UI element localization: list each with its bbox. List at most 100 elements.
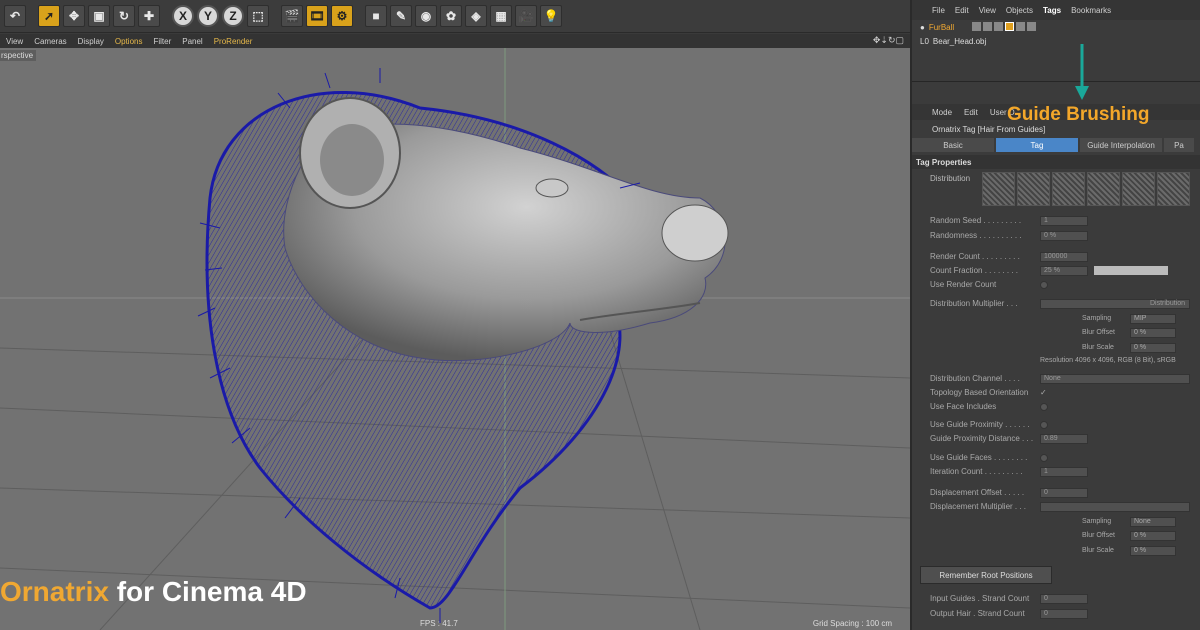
- use-face-includes-checkbox[interactable]: [1040, 402, 1048, 411]
- tag-icon[interactable]: [1016, 21, 1026, 31]
- distribution-thumb[interactable]: [1122, 172, 1155, 206]
- om-menu-edit[interactable]: Edit: [955, 6, 969, 15]
- spline-pen-icon[interactable]: ✎: [390, 5, 412, 27]
- om-menu-view[interactable]: View: [979, 6, 996, 15]
- sub2-blur-scale: Blur Scale 0 %: [1082, 544, 1200, 557]
- tag-icon[interactable]: [983, 21, 993, 31]
- attribute-tabs: Basic Tag Guide Interpolation Pa: [912, 138, 1200, 152]
- distribution-thumb[interactable]: [1087, 172, 1120, 206]
- brand-for-cinema4d: for Cinema 4D: [108, 576, 307, 607]
- select-tool-icon[interactable]: ➚: [38, 5, 60, 27]
- main-toolbar: ↶ ➚ ✥ ▣ ↻ ✚ X Y Z ⬚ 🎬 🎞 ⚙ ■ ✎ ◉ ✿ ◈ ▦ 🎥 …: [0, 0, 910, 33]
- prop-use-guide-proximity: Use Guide Proximity . . . . . .: [930, 418, 1200, 431]
- prop-render-count: Render Count . . . . . . . . . 100000: [930, 250, 1200, 263]
- object-row-bear-head[interactable]: L0 Bear_Head.obj: [912, 34, 1200, 48]
- add-tool-icon[interactable]: ✚: [138, 5, 160, 27]
- y-axis-button[interactable]: Y: [197, 5, 219, 27]
- viewport-menu-cameras[interactable]: Cameras: [34, 37, 66, 46]
- viewport-menu-display[interactable]: Display: [78, 37, 104, 46]
- om-menu-file[interactable]: File: [932, 6, 945, 15]
- object-name[interactable]: Bear_Head.obj: [933, 37, 986, 46]
- om-menu-tags[interactable]: Tags: [1043, 6, 1061, 15]
- prop-topology-orientation: Topology Based Orientation ✓: [930, 388, 1047, 397]
- prop-distribution-multiplier: Distribution Multiplier . . . Distributio…: [930, 297, 1200, 310]
- distribution-thumb[interactable]: [1017, 172, 1050, 206]
- guide-brush-tag-icon[interactable]: [1005, 21, 1015, 31]
- prop-displacement-multiplier: Displacement Multiplier . . .: [930, 500, 1200, 513]
- attribute-title: Ornatrix Tag [Hair From Guides]: [932, 124, 1046, 134]
- object-manager: File Edit View Objects Tags Bookmarks ● …: [912, 0, 1200, 100]
- viewport-menu-view[interactable]: View: [6, 37, 23, 46]
- viewport-menu-prorender[interactable]: ProRender: [214, 37, 253, 46]
- remember-root-positions-button[interactable]: Remember Root Positions: [920, 566, 1052, 584]
- scale-tool-icon[interactable]: ▣: [88, 5, 110, 27]
- deformer-icon[interactable]: ◈: [465, 5, 487, 27]
- rotate-tool-icon[interactable]: ↻: [113, 5, 135, 27]
- move-tool-icon[interactable]: ✥: [63, 5, 85, 27]
- coordinate-system-icon[interactable]: ⬚: [247, 5, 269, 27]
- prop-count-fraction: Count Fraction . . . . . . . . 25 %: [930, 264, 1200, 277]
- perspective-label[interactable]: rspective: [0, 50, 37, 61]
- tab-tag[interactable]: Tag: [996, 138, 1078, 152]
- cube-icon[interactable]: ■: [365, 5, 387, 27]
- sub2-sampling: Sampling None: [1082, 515, 1200, 528]
- prop-guide-proximity-distance: Guide Proximity Distance . . . 0.89: [930, 432, 1200, 445]
- prop-distribution-channel: Distribution Channel . . . . None: [930, 372, 1200, 385]
- subdivision-icon[interactable]: ◉: [415, 5, 437, 27]
- tag-icon[interactable]: [1027, 21, 1037, 31]
- x-axis-button[interactable]: X: [172, 5, 194, 27]
- object-name[interactable]: FurBall: [929, 23, 954, 32]
- count-fraction-slider[interactable]: [1094, 266, 1168, 275]
- prop-displacement-offset: Displacement Offset . . . . .0: [930, 486, 1200, 499]
- array-icon[interactable]: ✿: [440, 5, 462, 27]
- tab-basic[interactable]: Basic: [912, 138, 994, 152]
- viewport-menu-filter[interactable]: Filter: [153, 37, 171, 46]
- floor-icon[interactable]: ▦: [490, 5, 512, 27]
- render-settings-icon[interactable]: ⚙: [331, 5, 353, 27]
- am-menu-mode[interactable]: Mode: [932, 108, 952, 117]
- section-tag-properties: Tag Properties: [912, 155, 1200, 169]
- tag-icon[interactable]: [972, 21, 982, 31]
- prop-iteration-count: Iteration Count . . . . . . . . .1: [930, 465, 1200, 478]
- distribution-thumb[interactable]: [1052, 172, 1085, 206]
- polygon-object-icon: L0: [920, 36, 929, 46]
- brand-ornatrix: Ornatrix: [0, 576, 109, 607]
- viewport-menu-bar: View Cameras Display Options Filter Pane…: [0, 34, 910, 48]
- render-view-icon[interactable]: 🎬: [281, 5, 303, 27]
- light-icon[interactable]: 💡: [540, 5, 562, 27]
- sub1-blur-offset: Blur Offset 0 %: [1082, 326, 1200, 339]
- om-menu-bookmarks[interactable]: Bookmarks: [1071, 6, 1111, 15]
- prop-use-guide-faces: Use Guide Faces . . . . . . . .: [930, 451, 1200, 464]
- object-row-furball[interactable]: ● FurBall: [912, 20, 1200, 34]
- distribution-thumb[interactable]: [982, 172, 1015, 206]
- om-menu-objects[interactable]: Objects: [1006, 6, 1033, 15]
- hair-object-icon: ●: [920, 22, 925, 32]
- distribution-thumb[interactable]: [1157, 172, 1190, 206]
- right-panel: File Edit View Objects Tags Bookmarks ● …: [910, 0, 1200, 630]
- undo-icon[interactable]: ↶: [4, 5, 26, 27]
- viewport-menu-options[interactable]: Options: [115, 37, 143, 46]
- distribution-label: Distribution: [930, 174, 971, 183]
- tag-icon[interactable]: [994, 21, 1004, 31]
- render-picture-viewer-icon[interactable]: 🎞: [306, 5, 328, 27]
- bear-nose: [661, 204, 729, 262]
- viewport-menu-panel[interactable]: Panel: [182, 37, 202, 46]
- sub1-sampling: Sampling MIP: [1082, 312, 1200, 325]
- z-axis-button[interactable]: Z: [222, 5, 244, 27]
- viewport-navigation-icons[interactable]: ✥⇣↻▢: [873, 35, 904, 46]
- object-manager-menu: File Edit View Objects Tags Bookmarks: [912, 0, 1200, 20]
- tab-pa[interactable]: Pa: [1164, 138, 1194, 152]
- tab-guide-interpolation[interactable]: Guide Interpolation: [1080, 138, 1162, 152]
- tag-icons: [972, 21, 1038, 33]
- sub1-blur-scale: Blur Scale 0 %: [1082, 341, 1200, 354]
- distribution-picker: Distribution: [928, 172, 1200, 208]
- prop-input-guides-count: Input Guides . Strand Count 0: [930, 592, 1200, 605]
- camera-icon[interactable]: 🎥: [515, 5, 537, 27]
- 3d-viewport[interactable]: rspective Ornatrix for Cinema 4D FPS : 4…: [0, 48, 910, 630]
- use-guide-proximity-checkbox[interactable]: [1040, 420, 1048, 429]
- use-render-count-checkbox[interactable]: [1040, 280, 1048, 289]
- prop-randomness: Randomness . . . . . . . . . .0 %: [930, 229, 1200, 242]
- topology-checkmark-icon[interactable]: ✓: [1040, 388, 1047, 397]
- use-guide-faces-checkbox[interactable]: [1040, 453, 1048, 462]
- am-menu-edit[interactable]: Edit: [964, 108, 978, 117]
